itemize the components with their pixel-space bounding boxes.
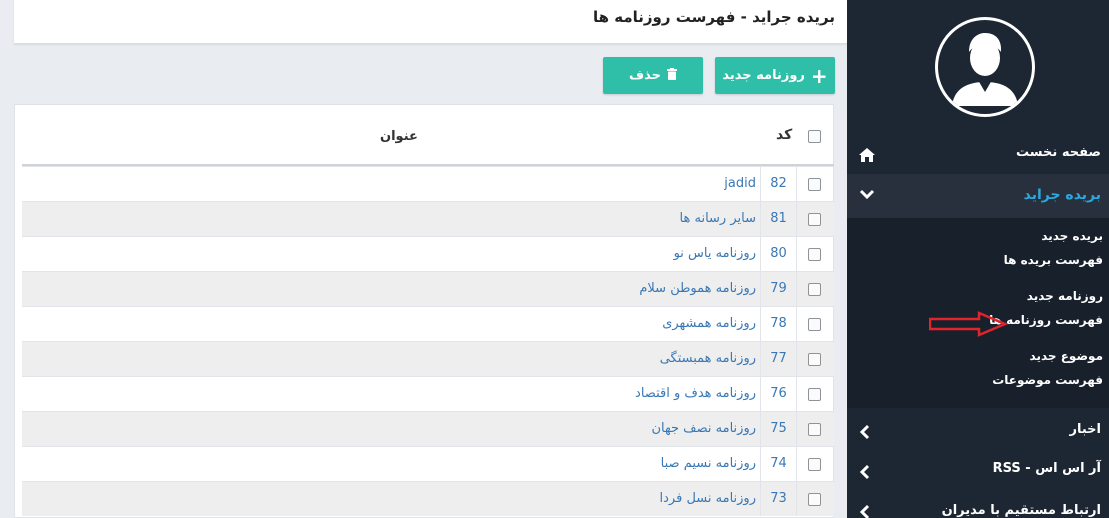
plus-icon: + bbox=[810, 63, 828, 88]
newspapers-table: کد عنوان 82 jadid 81 سایر رسانه ها 80 رو… bbox=[14, 104, 834, 518]
annotation-arrow-icon bbox=[929, 311, 1009, 337]
row-code: 75 bbox=[770, 421, 787, 436]
row-title-link[interactable]: روزنامه یاس نو bbox=[674, 246, 756, 261]
select-all-checkbox[interactable] bbox=[808, 130, 821, 143]
row-title-link[interactable]: روزنامه نصف جهان bbox=[652, 421, 757, 436]
row-checkbox[interactable] bbox=[808, 283, 821, 296]
table-row: 80 روزنامه یاس نو bbox=[22, 236, 834, 271]
sidebar-item-label: صفحه نخست bbox=[1016, 145, 1101, 160]
sidebar-item-label: ارتباط مستقیم با مدیران bbox=[941, 503, 1101, 518]
table-row: 75 روزنامه نصف جهان bbox=[22, 411, 834, 446]
row-checkbox[interactable] bbox=[808, 423, 821, 436]
chevron-down-icon bbox=[859, 189, 875, 205]
table-row: 79 روزنامه هموطن سلام bbox=[22, 271, 834, 306]
row-checkbox[interactable] bbox=[808, 178, 821, 191]
row-checkbox[interactable] bbox=[808, 388, 821, 401]
user-icon bbox=[952, 33, 1018, 106]
avatar bbox=[935, 17, 1035, 117]
row-code: 81 bbox=[770, 211, 787, 226]
page-title: بریده جراید - فهرست روزنامه ها bbox=[593, 8, 835, 26]
table-row: 77 روزنامه همبستگی bbox=[22, 341, 834, 376]
chevron-left-icon bbox=[859, 424, 871, 444]
row-checkbox[interactable] bbox=[808, 493, 821, 506]
row-title-link[interactable]: روزنامه هدف و اقتصاد bbox=[635, 386, 756, 401]
sidebar-item-news[interactable]: اخبار bbox=[847, 414, 1109, 448]
sidebar: صفحه نخست بریده جراید بریده جدید فهرست ب… bbox=[847, 0, 1109, 518]
sidebar-item-home[interactable]: صفحه نخست bbox=[847, 137, 1109, 173]
sidebar-item-clippings[interactable]: بریده جراید bbox=[847, 174, 1109, 218]
new-newspaper-button[interactable]: + روزنامه جدید bbox=[715, 57, 835, 94]
row-checkbox[interactable] bbox=[808, 318, 821, 331]
table-row: 78 روزنامه همشهری bbox=[22, 306, 834, 341]
chevron-left-icon bbox=[859, 464, 871, 484]
submenu-topics-list[interactable]: فهرست موضوعات bbox=[992, 373, 1103, 387]
row-checkbox[interactable] bbox=[808, 213, 821, 226]
row-checkbox[interactable] bbox=[808, 248, 821, 261]
table-header: کد عنوان bbox=[22, 105, 834, 166]
trash-icon bbox=[667, 67, 677, 84]
chevron-left-icon bbox=[859, 504, 871, 518]
submenu-new-topic[interactable]: موضوع جدید bbox=[1030, 349, 1103, 363]
row-code: 82 bbox=[770, 176, 787, 191]
row-code: 76 bbox=[770, 386, 787, 401]
row-code: 73 bbox=[770, 491, 787, 506]
submenu-clippings-list[interactable]: فهرست بریده ها bbox=[1004, 253, 1103, 267]
row-title-link[interactable]: روزنامه هموطن سلام bbox=[639, 281, 756, 296]
page-header: بریده جراید - فهرست روزنامه ها bbox=[14, 0, 847, 44]
submenu-new-clipping[interactable]: بریده جدید bbox=[1041, 229, 1103, 243]
delete-label: حذف bbox=[629, 68, 661, 83]
row-code: 78 bbox=[770, 316, 787, 331]
row-checkbox[interactable] bbox=[808, 458, 821, 471]
sidebar-item-label: بریده جراید bbox=[1023, 187, 1101, 203]
row-title-link[interactable]: سایر رسانه ها bbox=[680, 211, 756, 226]
row-code: 79 bbox=[770, 281, 787, 296]
submenu-new-newspaper[interactable]: روزنامه جدید bbox=[1027, 289, 1103, 303]
column-header-title: عنوان bbox=[380, 129, 418, 144]
sidebar-item-contact[interactable]: ارتباط مستقیم با مدیران bbox=[847, 494, 1109, 518]
row-title-link[interactable]: روزنامه نسل فردا bbox=[660, 491, 756, 506]
row-checkbox[interactable] bbox=[808, 353, 821, 366]
row-code: 77 bbox=[770, 351, 787, 366]
table-row: 73 روزنامه نسل فردا bbox=[22, 481, 834, 516]
delete-button[interactable]: حذف bbox=[603, 57, 703, 94]
sidebar-item-rss[interactable]: آر اس اس - RSS bbox=[847, 452, 1109, 486]
row-code: 80 bbox=[770, 246, 787, 261]
sidebar-item-label: آر اس اس - RSS bbox=[992, 461, 1101, 476]
home-icon bbox=[859, 148, 875, 166]
row-code: 74 bbox=[770, 456, 787, 471]
row-title-link[interactable]: روزنامه نسیم صبا bbox=[661, 456, 756, 471]
table-row: 76 روزنامه هدف و اقتصاد bbox=[22, 376, 834, 411]
row-title-link[interactable]: روزنامه همبستگی bbox=[660, 351, 756, 366]
table-row: 74 روزنامه نسیم صبا bbox=[22, 446, 834, 481]
sidebar-item-label: اخبار bbox=[1069, 422, 1102, 437]
table-row: 81 سایر رسانه ها bbox=[22, 201, 834, 236]
row-title-link[interactable]: jadid bbox=[724, 176, 756, 191]
column-header-code: کد bbox=[776, 127, 793, 143]
row-title-link[interactable]: روزنامه همشهری bbox=[662, 316, 756, 331]
table-row: 82 jadid bbox=[22, 166, 834, 201]
new-newspaper-label: روزنامه جدید bbox=[722, 68, 805, 83]
